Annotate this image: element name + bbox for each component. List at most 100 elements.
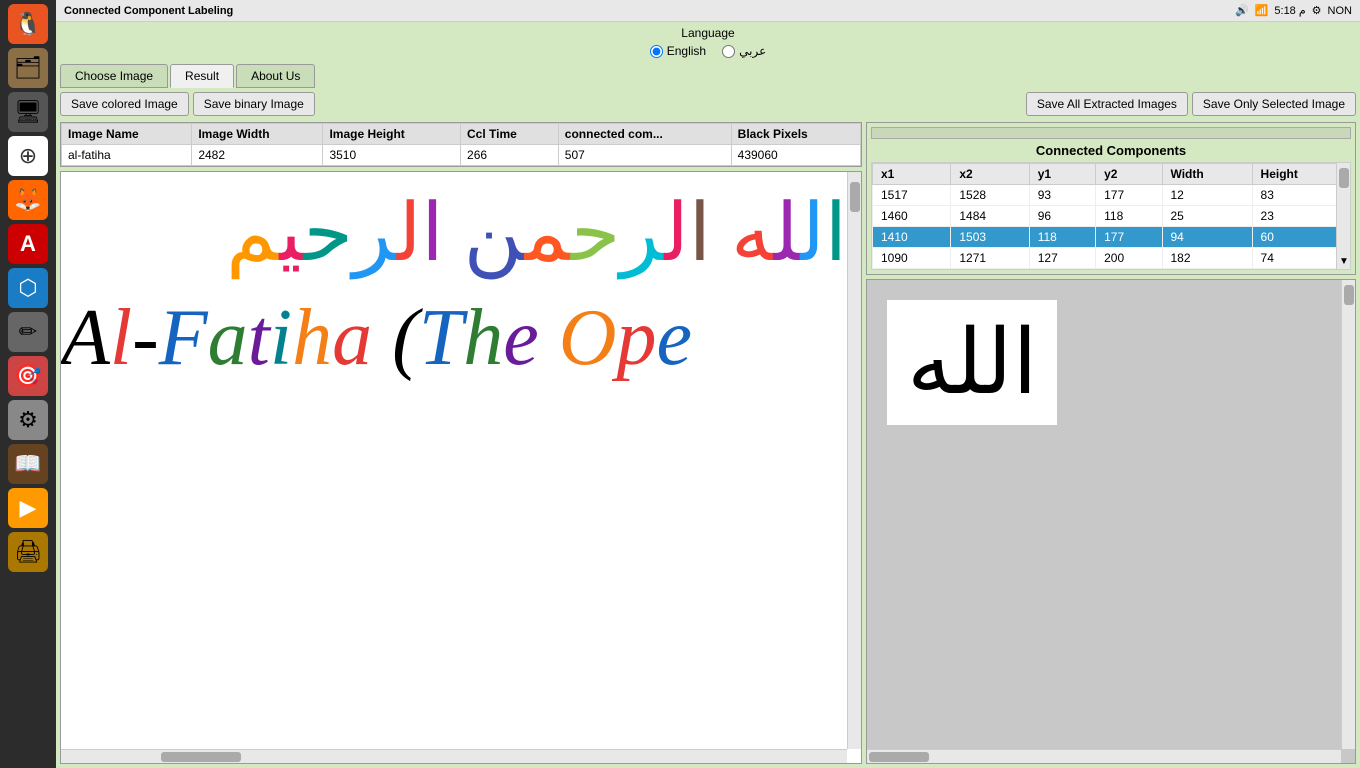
right-panel: Connected Components x1 x2 y1 y2 Width — [866, 122, 1356, 764]
preview-vscroll-thumb[interactable] — [1344, 285, 1354, 305]
en-char-4: F — [159, 294, 208, 382]
cc-vscroll-thumb[interactable] — [1339, 168, 1349, 188]
english-radio[interactable] — [650, 45, 663, 58]
arabic-char-15: ي — [279, 190, 303, 278]
monitor-icon[interactable]: 🖥 — [8, 92, 48, 132]
preview-arabic-box: الله — [887, 300, 1057, 425]
vscroll-bar[interactable] — [847, 172, 861, 749]
arabic-char-4: ه — [731, 190, 774, 278]
stamp-icon[interactable]: 🖨 — [8, 532, 48, 572]
arabic-option[interactable]: عربي — [722, 44, 766, 58]
save-binary-button[interactable]: Save binary Image — [193, 92, 315, 116]
preview-hscroll[interactable] — [867, 749, 1341, 763]
button-bar: Save colored Image Save binary Image Sav… — [60, 92, 1356, 116]
app-window: Language English عربي Choose Image Resul… — [56, 22, 1360, 768]
ubuntu-icon[interactable]: 🐧 — [8, 4, 48, 44]
save-extracted-button[interactable]: Save All Extracted Images — [1026, 92, 1188, 116]
preview-hscroll-thumb[interactable] — [869, 752, 929, 762]
en-char-11: T — [419, 294, 464, 382]
top-bar-controls: 🔊 📶 5:18 م ⚙ NON — [1235, 4, 1352, 17]
col-black-pixels: Black Pixels — [731, 124, 860, 145]
en-char-2: l — [110, 294, 132, 382]
cc-col-width: Width — [1162, 164, 1252, 185]
cc-title: Connected Components — [871, 143, 1351, 158]
cell-name: al-fatiha — [62, 145, 192, 166]
arabic-char-8: ح — [571, 190, 620, 278]
language-bar: Language English عربي — [60, 26, 1356, 58]
en-char-13: e — [503, 294, 539, 382]
arabic-char-10: ن — [464, 190, 525, 278]
cell-black: 439060 — [731, 145, 860, 166]
en-char-12: h — [463, 294, 503, 382]
preview-image-container[interactable]: الله — [866, 279, 1356, 764]
blue-app-icon[interactable]: ⬡ — [8, 268, 48, 308]
hscroll-thumb[interactable] — [161, 752, 241, 762]
vlc-icon[interactable]: ▶ — [8, 488, 48, 528]
save-selected-button[interactable]: Save Only Selected Image — [1192, 92, 1356, 116]
data-table-container: Image Name Image Width Image Height Ccl … — [60, 122, 862, 167]
window-title: Connected Component Labeling — [64, 5, 1235, 17]
arabic-space — [711, 190, 731, 278]
language-label: Language — [681, 26, 734, 40]
preview-inner: الله — [867, 280, 1341, 749]
table-row[interactable]: al-fatiha 2482 3510 266 507 439060 — [62, 145, 861, 166]
arabic-char-9: م — [525, 190, 571, 278]
vscroll-thumb[interactable] — [850, 182, 860, 212]
en-char-16: p — [617, 294, 657, 382]
cell-height: 3510 — [323, 145, 461, 166]
tab-result[interactable]: Result — [170, 64, 234, 88]
arabic-char-12: ل — [397, 190, 421, 278]
top-bar: Connected Component Labeling 🔊 📶 5:18 م … — [56, 0, 1360, 22]
pencil-icon[interactable]: ✏ — [8, 312, 48, 352]
cc-row-selected[interactable]: 1410 1503 118 177 94 60 — [873, 227, 1350, 248]
english-label: English — [667, 44, 706, 58]
progress-bar — [871, 127, 1351, 139]
hscroll-bar[interactable] — [61, 749, 847, 763]
arabic-radio[interactable] — [722, 45, 735, 58]
target-icon[interactable]: 🎯 — [8, 356, 48, 396]
arabic-char-16: م — [226, 190, 279, 278]
arabic-char-1: ا — [825, 190, 847, 278]
cc-table: x1 x2 y1 y2 Width Height 151 — [872, 163, 1350, 269]
preview-vscroll[interactable] — [1341, 280, 1355, 749]
english-option[interactable]: English — [650, 44, 706, 58]
files-icon[interactable]: 🗂 — [8, 48, 48, 88]
cc-row[interactable]: 1517 1528 93 177 12 83 — [873, 185, 1350, 206]
cc-scroll-down[interactable]: ▼ — [1337, 255, 1351, 269]
tab-choose-image[interactable]: Choose Image — [60, 64, 168, 88]
en-char-14 — [539, 294, 559, 382]
arabic-char-3: ل — [774, 190, 800, 278]
cc-col-height: Height — [1252, 164, 1349, 185]
aptstore-icon[interactable]: A — [8, 224, 48, 264]
en-char-7: i — [270, 294, 292, 382]
preview-arabic-text: الله — [907, 310, 1037, 415]
cc-table-container: Connected Components x1 x2 y1 y2 Width — [866, 122, 1356, 275]
en-char-6: t — [248, 294, 270, 382]
firefox-icon[interactable]: 🦊 — [8, 180, 48, 220]
gear-icon[interactable]: ⚙ — [8, 400, 48, 440]
book-icon[interactable]: 📖 — [8, 444, 48, 484]
cc-vscroll[interactable]: ▼ — [1336, 163, 1350, 269]
settings-icon[interactable]: ⚙ — [1312, 4, 1322, 17]
language-options: English عربي — [650, 44, 766, 58]
cc-table-scroll: x1 x2 y1 y2 Width Height 151 — [871, 162, 1351, 270]
arabic-char-7: ر — [620, 190, 664, 278]
cc-col-y2: y2 — [1096, 164, 1162, 185]
image-display[interactable]: الله الرحمن الرحيم Al-Fatiha (The Ope — [60, 171, 862, 764]
network-icon: 📶 — [1255, 4, 1269, 17]
clock: 5:18 م — [1274, 4, 1305, 17]
cc-row[interactable]: 1090 1271 127 200 182 74 — [873, 248, 1350, 269]
arabic-label: عربي — [739, 44, 766, 58]
volume-icon: 🔊 — [1235, 4, 1249, 17]
save-colored-button[interactable]: Save colored Image — [60, 92, 189, 116]
arabic-char-11: ا — [421, 190, 443, 278]
chrome-icon[interactable]: ⊕ — [8, 136, 48, 176]
tab-about-us[interactable]: About Us — [236, 64, 315, 88]
cc-row[interactable]: 1460 1484 96 118 25 23 — [873, 206, 1350, 227]
tab-bar: Choose Image Result About Us — [60, 64, 1356, 88]
en-char-3: - — [132, 294, 159, 382]
cell-ccl: 266 — [461, 145, 559, 166]
left-panel: Image Name Image Width Image Height Ccl … — [60, 122, 862, 764]
en-char-5: a — [208, 294, 248, 382]
cc-col-y1: y1 — [1029, 164, 1095, 185]
